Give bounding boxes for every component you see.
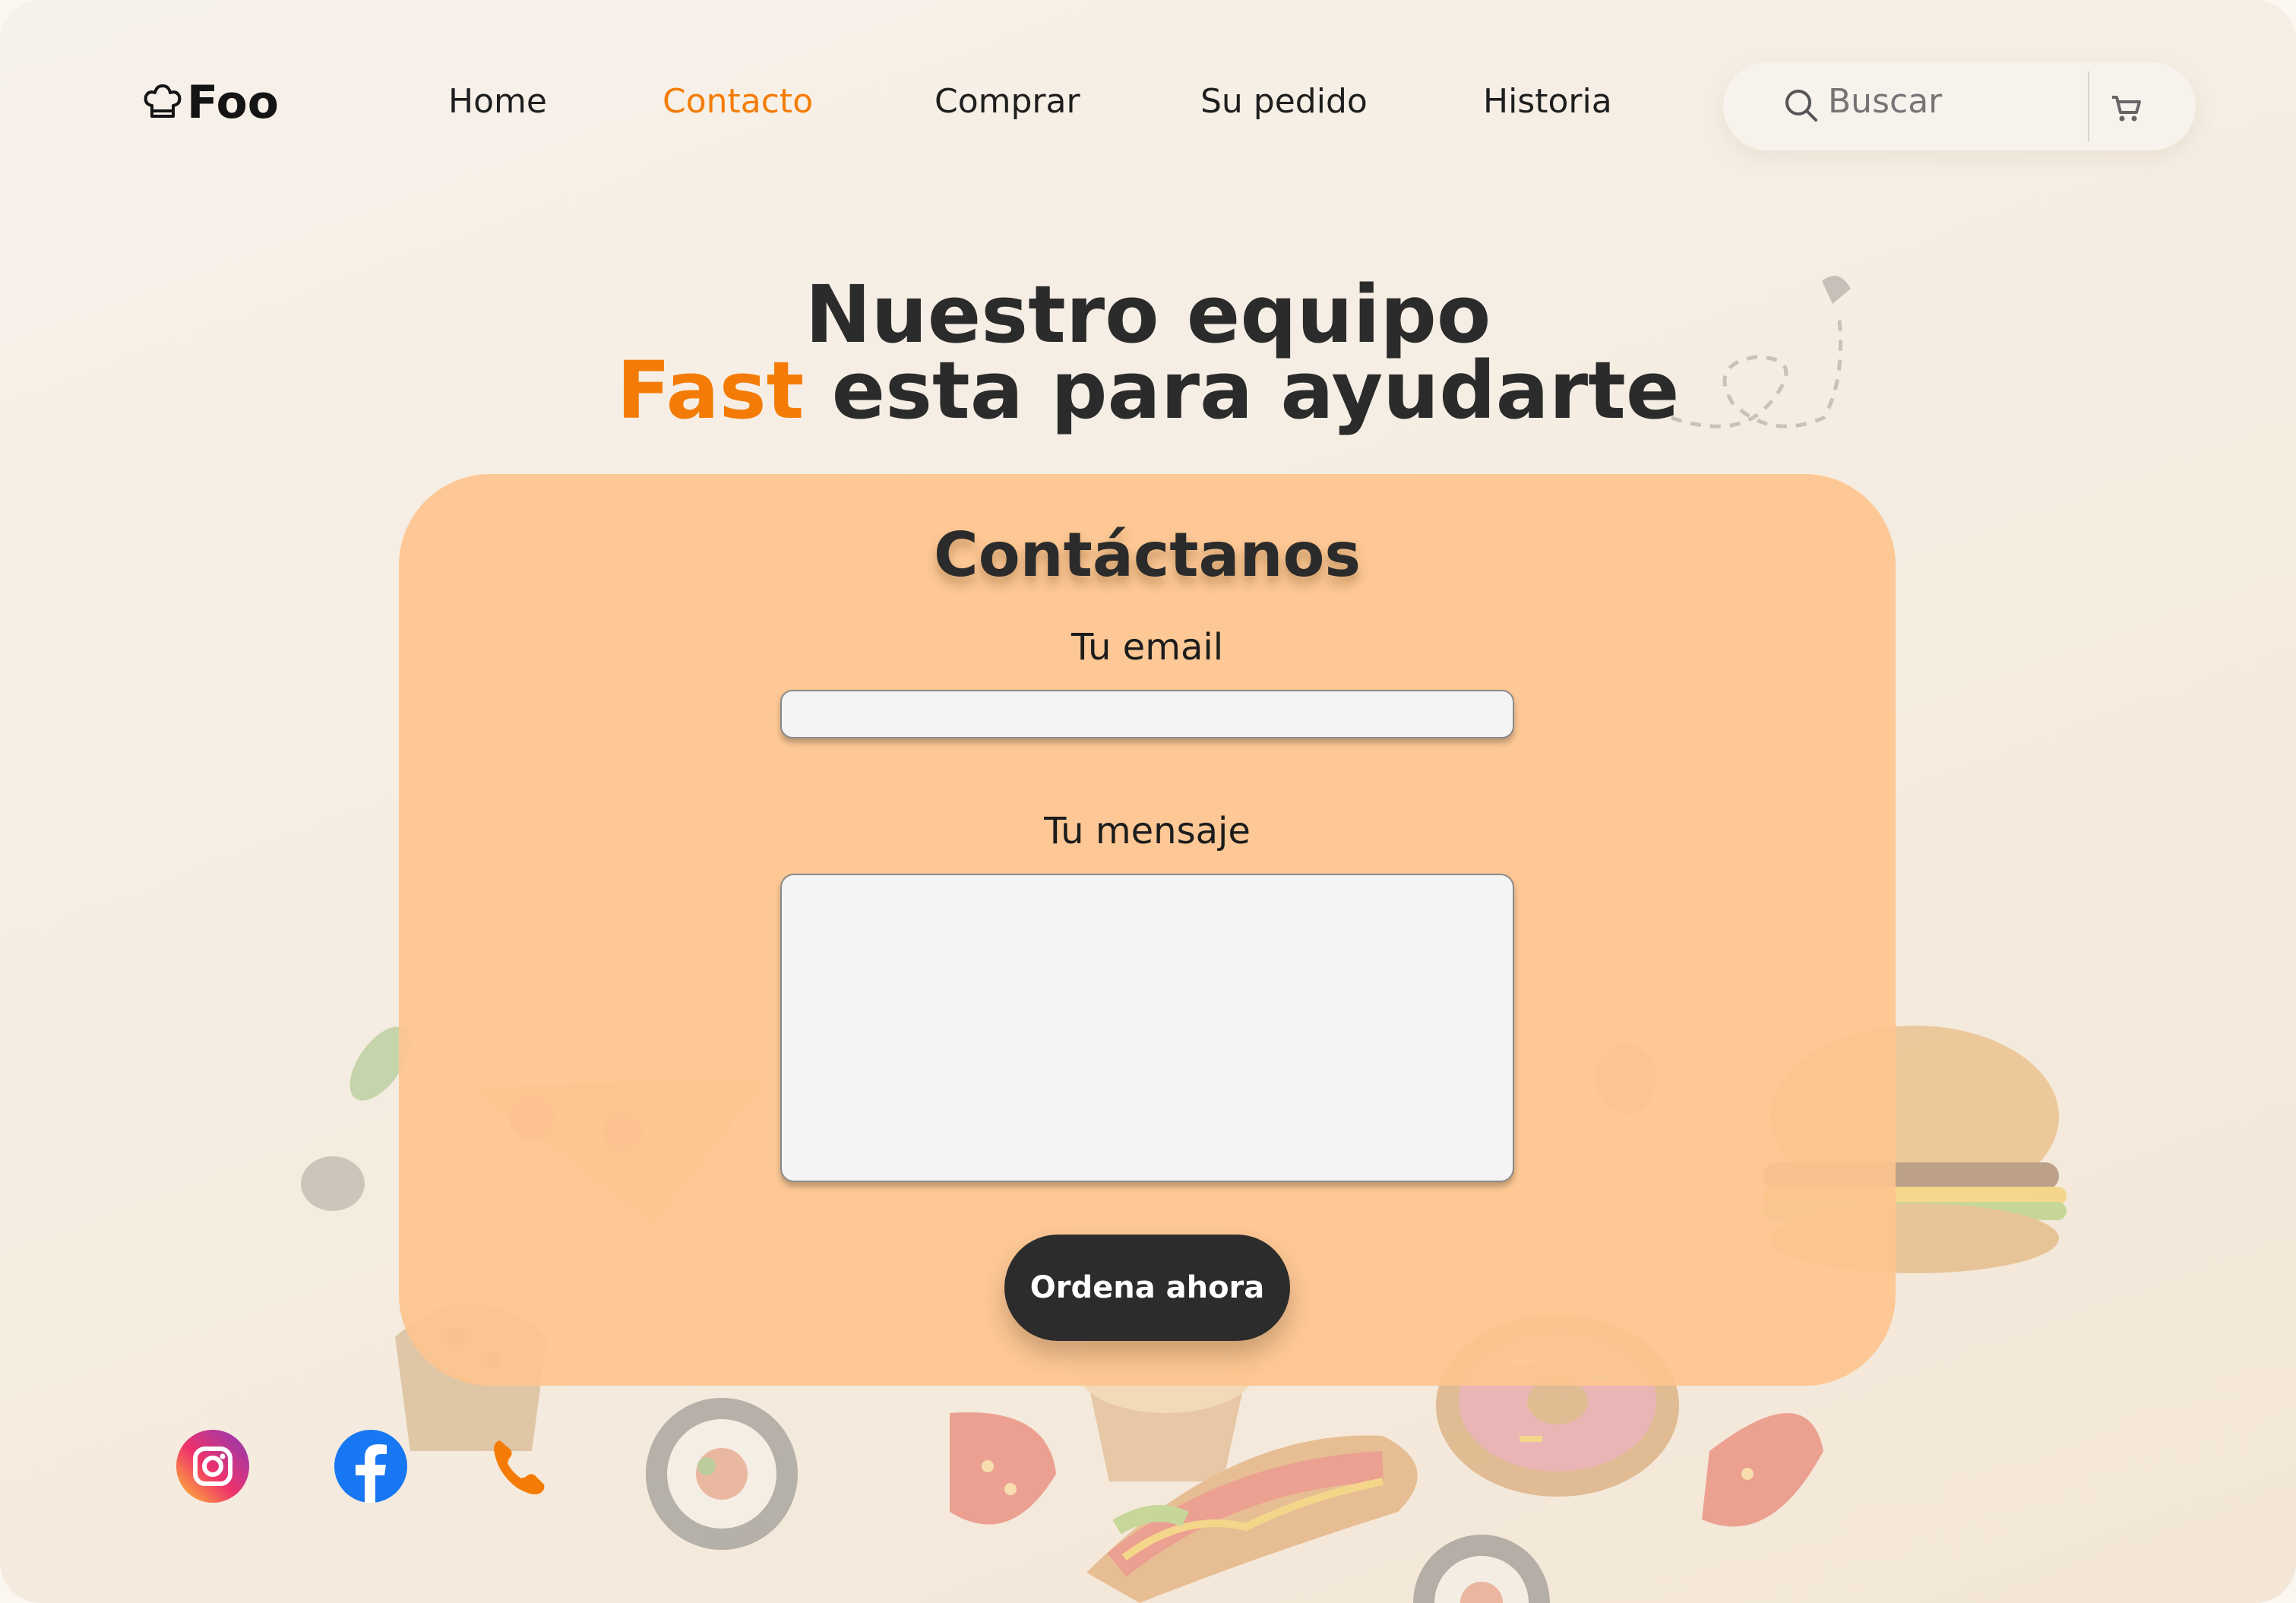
email-label: Tu email [1071, 626, 1224, 669]
message-field[interactable] [780, 874, 1514, 1182]
contact-card: Contáctanos Tu email Tu mensaje Ordena a… [399, 474, 1896, 1386]
nav-item-su-pedido[interactable]: Su pedido [1200, 82, 1368, 121]
sushi-roll-2 [1413, 1535, 1550, 1603]
olive [301, 1156, 365, 1211]
email-field[interactable] [780, 690, 1514, 738]
paper-plane-trail-icon [1671, 275, 1851, 428]
cart-icon[interactable] [2109, 91, 2143, 125]
instagram-icon[interactable] [175, 1428, 251, 1504]
sushi-roll-1 [646, 1398, 798, 1550]
headline-line-2: Fast esta para ayudarte [0, 351, 2296, 430]
headline-rest: esta para ayudarte [804, 344, 1680, 437]
tomato-slice [950, 1412, 1056, 1525]
search-input[interactable] [1828, 82, 2056, 121]
nav-item-historia[interactable]: Historia [1483, 82, 1612, 121]
order-now-button[interactable]: Ordena ahora [1004, 1235, 1290, 1341]
message-label: Tu mensaje [1044, 810, 1251, 852]
search-bar [1723, 62, 2196, 150]
tomato-slice-2 [1702, 1413, 1823, 1527]
headline-accent-word: Fast [616, 344, 805, 437]
search-icon[interactable] [1782, 87, 1820, 125]
contact-page: Foo Home Contacto Comprar Su pedido Hist… [0, 0, 2296, 1603]
headline-line-1: Nuestro equipo [805, 268, 1491, 361]
facebook-icon[interactable] [333, 1428, 409, 1504]
nav-item-comprar[interactable]: Comprar [935, 82, 1080, 121]
contact-title: Contáctanos [933, 520, 1361, 590]
nav-item-home[interactable]: Home [448, 82, 547, 121]
nav-item-contacto[interactable]: Contacto [663, 82, 813, 121]
search-divider [2088, 71, 2089, 141]
phone-icon[interactable] [486, 1433, 555, 1501]
